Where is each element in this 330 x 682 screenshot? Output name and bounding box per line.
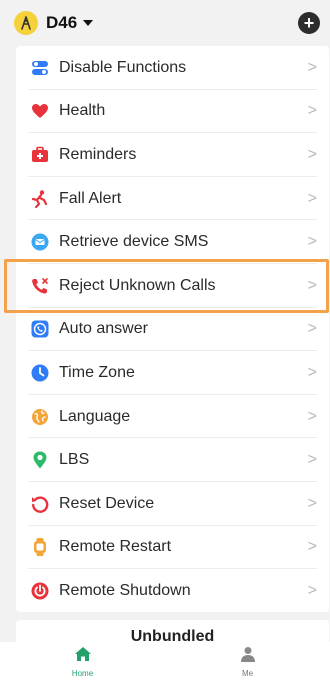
menu-item-label: Retrieve device SMS <box>59 233 209 251</box>
watch-icon <box>29 536 51 558</box>
nav-home-label: Home <box>71 669 94 678</box>
menu-item-label: Language <box>59 407 131 425</box>
menu-item-remote-restart[interactable]: Remote Restart > <box>16 526 329 570</box>
location-pin-icon <box>29 449 51 471</box>
chevron-right-icon: > <box>307 451 317 469</box>
person-icon <box>240 646 256 667</box>
chevron-right-icon: > <box>307 494 317 512</box>
bottom-nav: Home Me <box>0 642 330 682</box>
device-name: D46 <box>46 13 78 32</box>
menu-item-retrieve-sms[interactable]: Retrieve device SMS > <box>16 220 329 264</box>
menu-item-language[interactable]: Language > <box>16 395 329 439</box>
reject-call-icon <box>29 275 51 297</box>
falling-person-icon <box>29 188 51 210</box>
menu-item-label: Remote Shutdown <box>59 581 191 599</box>
toggle-icon <box>29 57 51 79</box>
chevron-right-icon: > <box>307 320 317 338</box>
menu-item-health[interactable]: Health > <box>16 90 329 134</box>
chevron-right-icon: > <box>307 102 317 120</box>
globe-icon <box>29 406 51 428</box>
chevron-right-icon: > <box>307 363 317 381</box>
chevron-right-icon: > <box>307 58 317 76</box>
app-header: D46 + <box>0 0 330 46</box>
auto-answer-icon <box>29 318 51 340</box>
menu-item-label: Reminders <box>59 145 137 163</box>
chevron-right-icon: > <box>307 233 317 251</box>
add-device-button[interactable]: + <box>298 12 320 34</box>
menu-item-label: Health <box>59 102 106 120</box>
menu-item-remote-shutdown[interactable]: Remote Shutdown > <box>16 569 329 612</box>
menu-item-reject-unknown-calls[interactable]: Reject Unknown Calls > <box>16 264 329 308</box>
chevron-right-icon: > <box>307 276 317 294</box>
menu-item-time-zone[interactable]: Time Zone > <box>16 351 329 395</box>
menu-item-label: Reset Device <box>59 494 155 512</box>
device-selector[interactable]: D46 <box>14 11 94 35</box>
caret-down-icon <box>83 20 94 26</box>
chevron-right-icon: > <box>307 145 317 163</box>
menu-item-label: Remote Restart <box>59 538 172 556</box>
settings-list: Disable Functions > Health > Reminders > <box>16 46 329 612</box>
menu-item-label: Time Zone <box>59 363 135 381</box>
menu-item-lbs[interactable]: LBS > <box>16 438 329 482</box>
menu-item-label: Disable Functions <box>59 58 187 76</box>
menu-item-label: LBS <box>59 451 90 469</box>
reset-icon <box>29 493 51 515</box>
menu-item-reminders[interactable]: Reminders > <box>16 133 329 177</box>
menu-item-fall-alert[interactable]: Fall Alert > <box>16 177 329 221</box>
first-aid-kit-icon <box>29 144 51 166</box>
message-icon <box>29 231 51 253</box>
menu-item-label: Auto answer <box>59 320 148 338</box>
nav-me[interactable]: Me <box>165 642 330 682</box>
chevron-right-icon: > <box>307 407 317 425</box>
menu-item-label: Fall Alert <box>59 189 122 207</box>
chevron-right-icon: > <box>307 581 317 599</box>
plus-icon: + <box>303 13 315 33</box>
power-icon <box>29 580 51 602</box>
clock-icon <box>29 362 51 384</box>
chevron-right-icon: > <box>307 189 317 207</box>
nav-me-label: Me <box>241 669 254 678</box>
menu-item-disable-functions[interactable]: Disable Functions > <box>16 46 329 90</box>
menu-item-label: Reject Unknown Calls <box>59 276 216 294</box>
heart-icon <box>29 100 51 122</box>
chevron-right-icon: > <box>307 538 317 556</box>
nav-home[interactable]: Home <box>0 642 165 682</box>
menu-item-reset-device[interactable]: Reset Device > <box>16 482 329 526</box>
menu-item-auto-answer[interactable]: Auto answer > <box>16 308 329 352</box>
home-icon <box>74 646 92 667</box>
device-icon <box>14 11 38 35</box>
